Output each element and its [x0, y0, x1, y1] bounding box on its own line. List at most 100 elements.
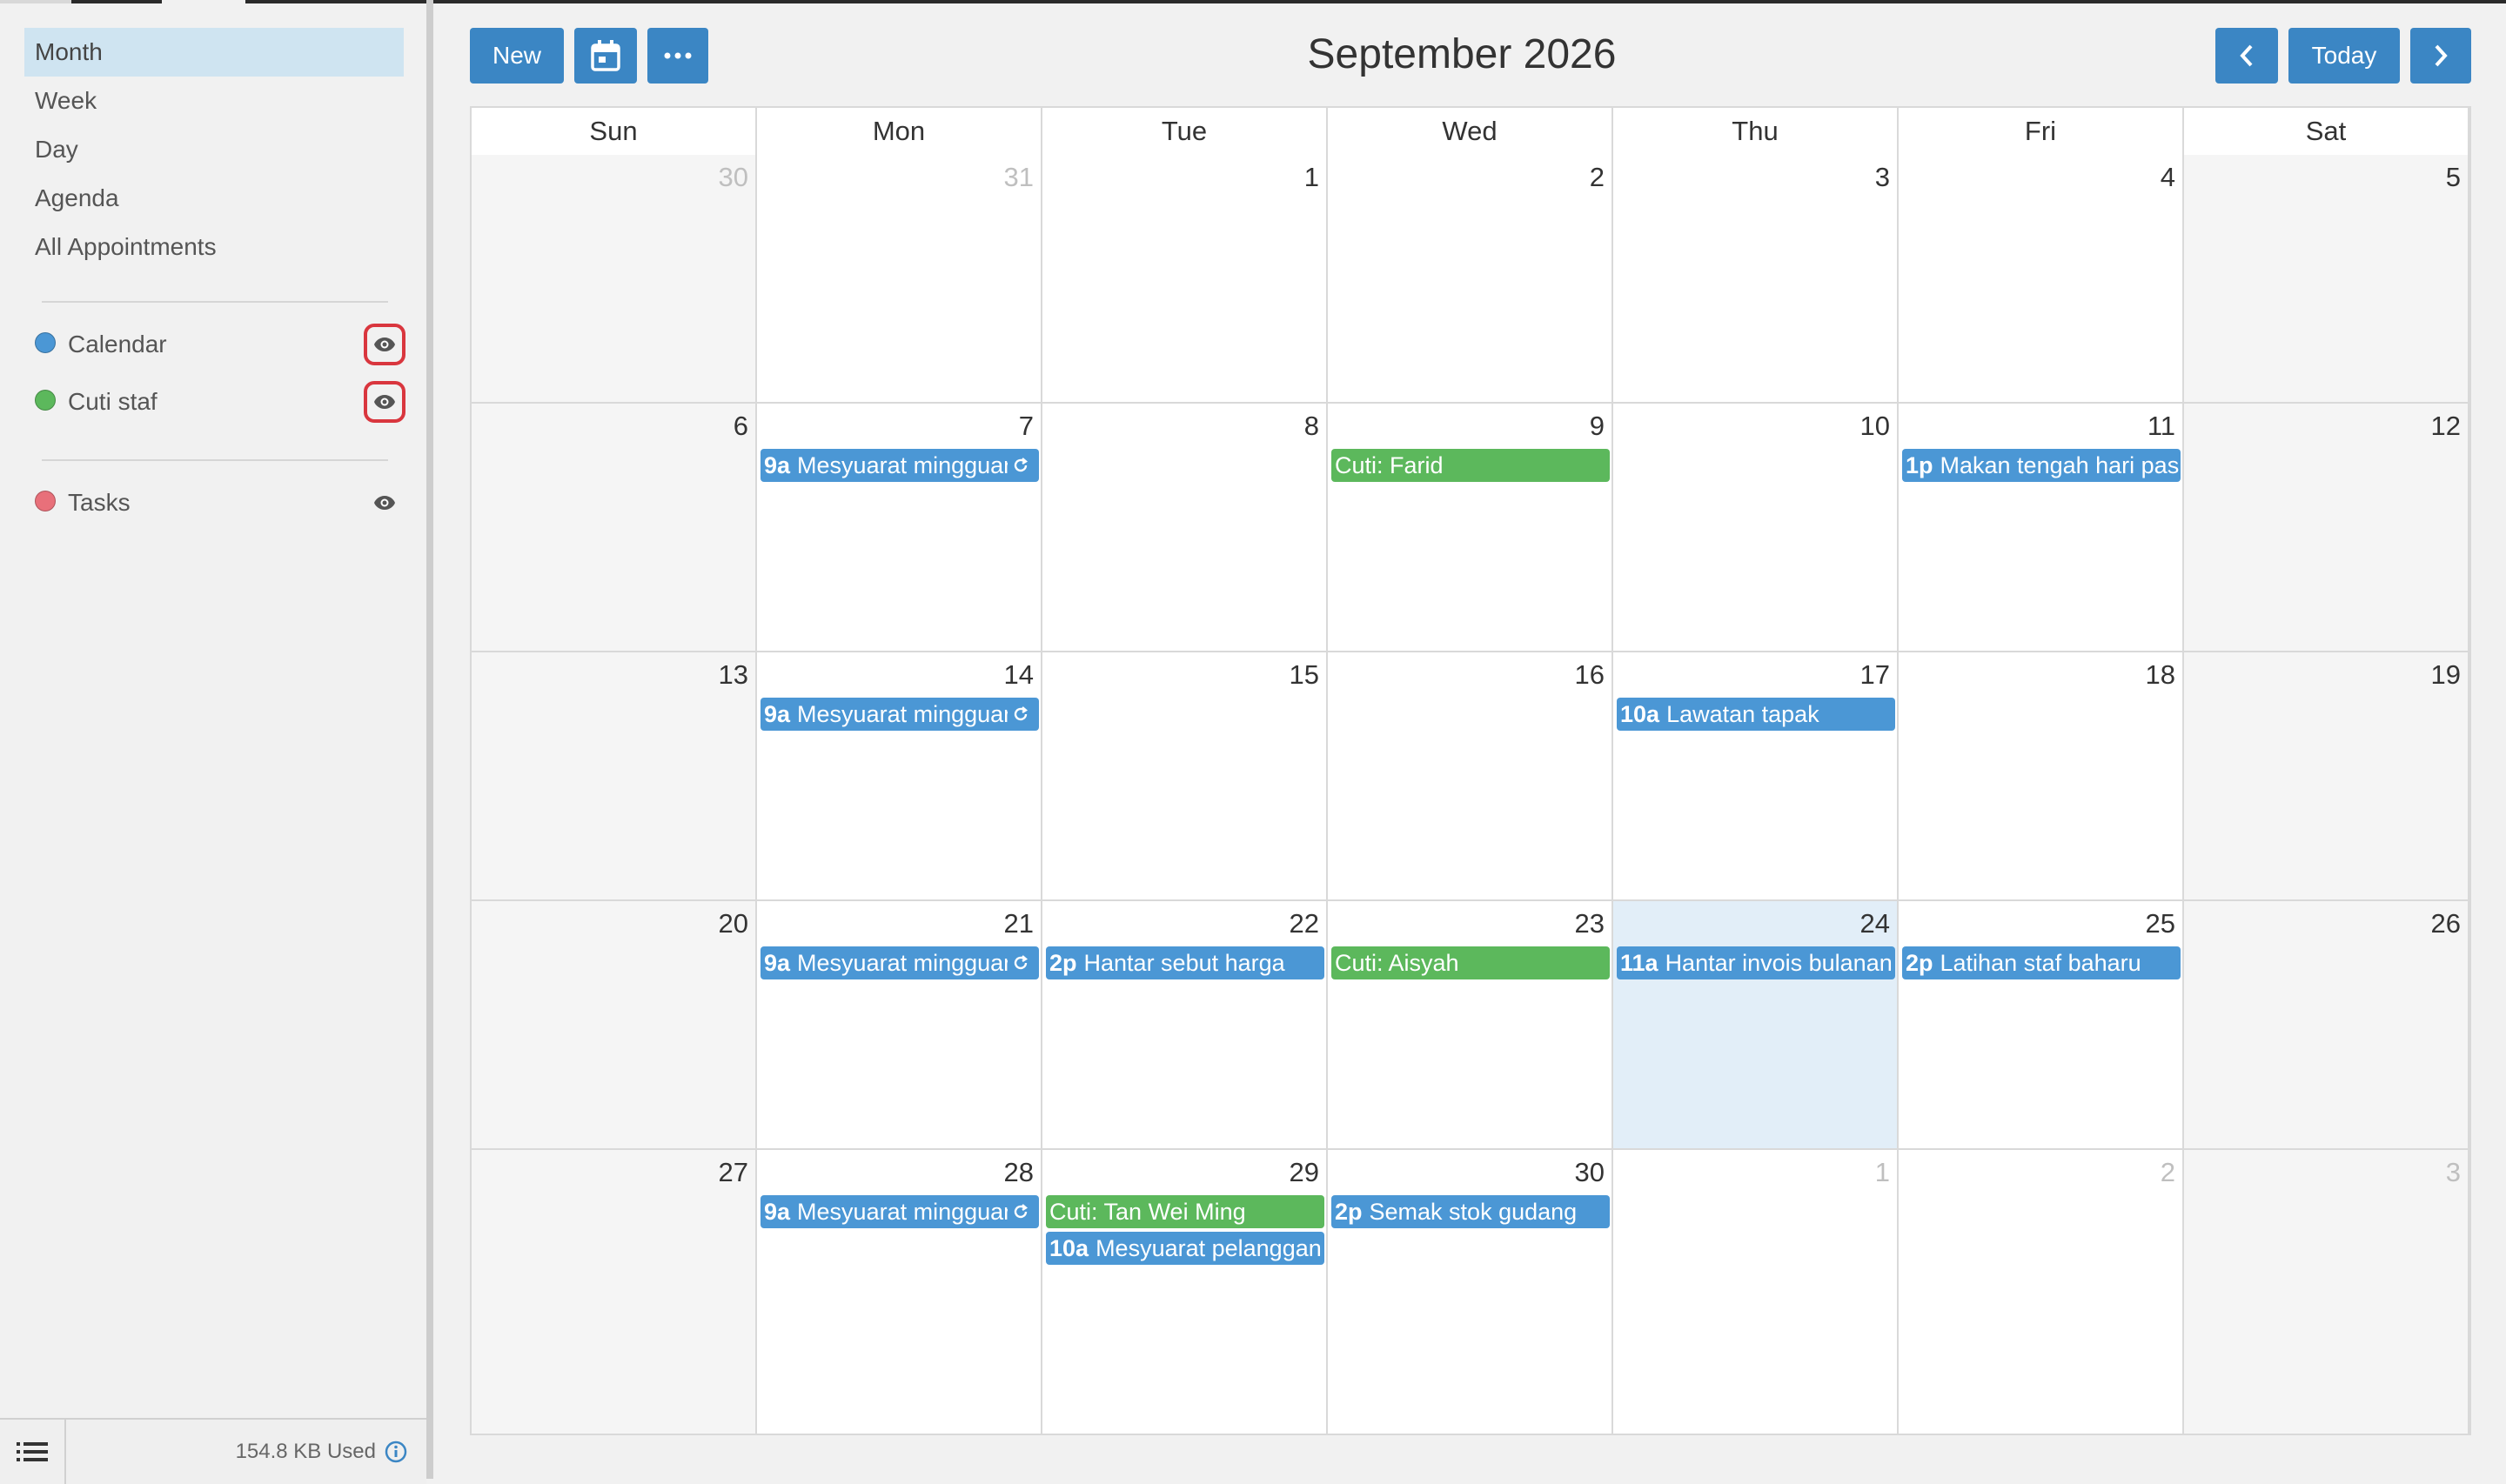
day-cell[interactable]: 12: [2184, 404, 2469, 652]
day-number: 30: [718, 162, 748, 192]
calendar-event[interactable]: 2p Semak stok gudang: [1331, 1195, 1610, 1228]
day-number: 24: [1859, 908, 1890, 939]
day-number: 26: [2430, 908, 2461, 939]
next-month-button[interactable]: [2410, 28, 2471, 84]
calendar-event[interactable]: 2p Latihan staf baharu: [1902, 946, 2181, 979]
day-cell[interactable]: 20: [472, 901, 757, 1150]
calendar-event[interactable]: 9a Mesyuarat mingguan: [761, 449, 1039, 482]
day-cell[interactable]: 16: [1328, 652, 1613, 901]
day-cell[interactable]: 2: [1899, 1150, 2184, 1435]
day-cell[interactable]: 10: [1613, 404, 1899, 652]
sidebar: Month Week Day Agenda All Appointments C…: [0, 3, 426, 1484]
visibility-toggle-cuti-staf[interactable]: [364, 381, 405, 423]
view-day[interactable]: Day: [24, 125, 404, 174]
view-all-appointments[interactable]: All Appointments: [24, 223, 404, 271]
calendar-event[interactable]: 11a Hantar invois bulanan: [1617, 946, 1895, 979]
day-cell[interactable]: 1: [1042, 155, 1328, 404]
event-title: Mesyuarat mingguan: [797, 1199, 1017, 1225]
day-cell[interactable]: 7: [757, 404, 1042, 652]
calendar-event[interactable]: 2p Hantar sebut harga: [1046, 946, 1324, 979]
event-title: Mesyuarat mingguan: [797, 452, 1017, 478]
day-number: 29: [1289, 1157, 1319, 1187]
day-cell[interactable]: 26: [2184, 901, 2469, 1150]
day-cell[interactable]: 30: [1328, 1150, 1613, 1435]
today-button[interactable]: Today: [2288, 28, 2400, 84]
weekday-label: Sat: [2184, 108, 2469, 155]
calendar-event[interactable]: 9a Mesyuarat mingguan: [761, 1195, 1039, 1228]
day-number: 21: [1003, 908, 1034, 939]
day-cell[interactable]: 23: [1328, 901, 1613, 1150]
date-picker-button[interactable]: [574, 28, 637, 84]
event-title: Mesyuarat pelanggan: [1096, 1235, 1322, 1261]
day-cell[interactable]: 4: [1899, 155, 2184, 404]
day-cell[interactable]: 27: [472, 1150, 757, 1435]
day-cell[interactable]: 8: [1042, 404, 1328, 652]
visibility-toggle-calendar[interactable]: [364, 324, 405, 365]
calendar-label: Tasks: [68, 489, 131, 516]
day-number: 1: [1303, 162, 1319, 192]
day-cell-today[interactable]: 24: [1613, 901, 1899, 1150]
weekday-header: Sun Mon Tue Wed Thu Fri Sat: [472, 108, 2469, 157]
day-cell[interactable]: 21: [757, 901, 1042, 1150]
day-cell[interactable]: 1: [1613, 1150, 1899, 1435]
calendar-event[interactable]: 9a Mesyuarat mingguan: [761, 946, 1039, 979]
calendar-event[interactable]: 10a Lawatan tapak: [1617, 698, 1895, 731]
recurring-icon: [1008, 946, 1034, 979]
view-month[interactable]: Month: [24, 28, 404, 77]
day-cell[interactable]: 6: [472, 404, 757, 652]
recurring-icon: [1008, 1195, 1034, 1228]
more-options-button[interactable]: [647, 28, 708, 84]
day-cell[interactable]: 3: [1613, 155, 1899, 404]
day-cell[interactable]: 29: [1042, 1150, 1328, 1435]
month-grid: Sun Mon Tue Wed Thu Fri Sat 30 31 1 2 3 4 5 6 7 8 9 10 11 1…: [470, 106, 2471, 1435]
visibility-toggle-tasks[interactable]: [364, 482, 405, 524]
day-cell[interactable]: 14: [757, 652, 1042, 901]
day-number: 27: [718, 1157, 748, 1187]
day-cell[interactable]: 30: [472, 155, 757, 404]
day-cell[interactable]: 3: [2184, 1150, 2469, 1435]
day-cell[interactable]: 13: [472, 652, 757, 901]
weekday-label: Thu: [1613, 108, 1899, 155]
event-title: Latihan staf baharu: [1940, 950, 2141, 976]
calendar-event[interactable]: 9a Mesyuarat mingguan: [761, 698, 1039, 731]
calendar-item-cuti-staf[interactable]: Cuti staf: [35, 378, 409, 426]
day-cell[interactable]: 25: [1899, 901, 2184, 1150]
day-cell[interactable]: 11: [1899, 404, 2184, 652]
calendar-item-tasks[interactable]: Tasks: [35, 478, 409, 527]
list-menu-button[interactable]: [0, 1420, 66, 1484]
day-cell[interactable]: 5: [2184, 155, 2469, 404]
day-number: 5: [2445, 162, 2461, 192]
divider: [42, 301, 388, 303]
day-cell[interactable]: 22: [1042, 901, 1328, 1150]
new-button[interactable]: New: [470, 28, 564, 84]
day-cell[interactable]: 18: [1899, 652, 2184, 901]
calendar-event[interactable]: Cuti: Tan Wei Ming: [1046, 1195, 1324, 1228]
view-agenda[interactable]: Agenda: [24, 174, 404, 223]
day-cell[interactable]: 9: [1328, 404, 1613, 652]
day-cell[interactable]: 17: [1613, 652, 1899, 901]
calendar-event[interactable]: Cuti: Farid: [1331, 449, 1610, 482]
chevron-right-icon: [2435, 44, 2448, 67]
calendar-event[interactable]: Cuti: Aisyah: [1331, 946, 1610, 979]
calendar-label: Cuti staf: [68, 388, 157, 415]
day-number: 7: [1018, 411, 1034, 441]
view-week[interactable]: Week: [24, 77, 404, 125]
day-cell[interactable]: 31: [757, 155, 1042, 404]
day-cell[interactable]: 28: [757, 1150, 1042, 1435]
day-number: 3: [2445, 1157, 2461, 1187]
day-number: 6: [733, 411, 748, 441]
day-number: 19: [2430, 659, 2461, 690]
calendar-label: Calendar: [68, 331, 167, 358]
event-time: 9a: [764, 701, 791, 727]
day-cell[interactable]: 19: [2184, 652, 2469, 901]
calendar-event[interactable]: 10a Mesyuarat pelanggan: [1046, 1232, 1324, 1265]
previous-month-button[interactable]: [2215, 28, 2278, 84]
sidebar-splitter[interactable]: [426, 0, 433, 1479]
event-title: Mesyuarat mingguan: [797, 701, 1017, 727]
calendar-item-calendar[interactable]: Calendar: [35, 320, 409, 369]
day-cell[interactable]: 15: [1042, 652, 1328, 901]
day-cell[interactable]: 2: [1328, 155, 1613, 404]
calendar-event[interactable]: 1p Makan tengah hari pasukan: [1902, 449, 2181, 482]
info-icon[interactable]: [385, 1441, 407, 1463]
event-title: Hantar sebut harga: [1083, 950, 1285, 976]
